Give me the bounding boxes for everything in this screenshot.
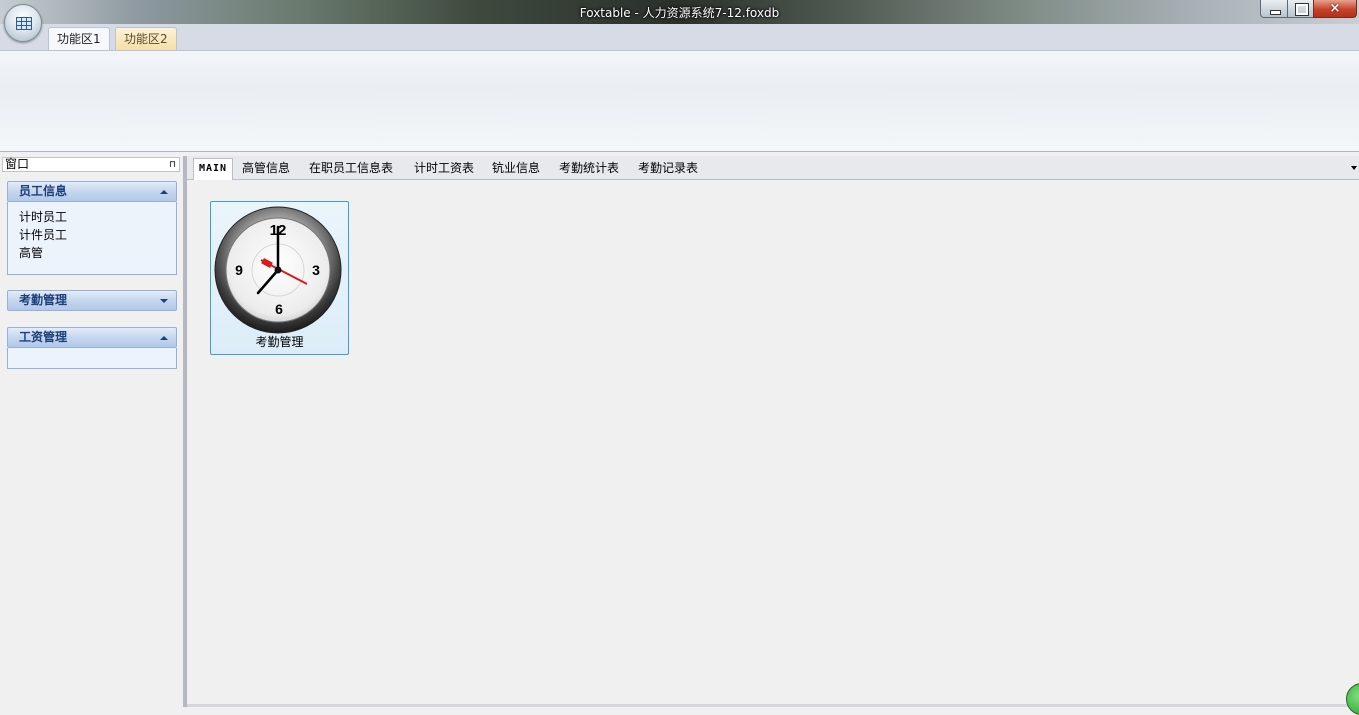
clock-icon: 12 3 6 9: [214, 206, 342, 334]
main-content: 12 3 6 9 考勤管理: [187, 180, 1359, 705]
ribbon-tab-1[interactable]: 功能区1: [48, 27, 110, 50]
chevron-up-icon: [160, 336, 168, 340]
chevron-up-icon: [160, 190, 168, 194]
tab-executive-info[interactable]: 高管信息: [242, 158, 290, 180]
navigation-panel: 窗口 ⊓ 员工信息 计时员工 计件员工 高管 考勤管理 工资管理: [0, 156, 184, 707]
group-header-attendance[interactable]: 考勤管理: [7, 290, 177, 311]
tab-active-employees[interactable]: 在职员工信息表: [309, 158, 393, 180]
tab-attendance-stats[interactable]: 考勤统计表: [559, 158, 619, 180]
tab-main[interactable]: MAIN: [193, 158, 234, 180]
nav-item-piecework-employees[interactable]: 计件员工: [8, 226, 176, 244]
close-button[interactable]: ×: [1313, 0, 1357, 18]
group-header-payroll[interactable]: 工资管理: [7, 327, 177, 348]
clock-number: 9: [235, 262, 243, 278]
panel-header: 窗口 ⊓: [2, 157, 180, 172]
application-menu-button[interactable]: [4, 4, 42, 42]
tab-industry-info[interactable]: 钪业信息: [492, 158, 540, 180]
group-label: 考勤管理: [19, 293, 68, 307]
attendance-management-tile[interactable]: 12 3 6 9 考勤管理: [210, 201, 349, 355]
clock-number: 3: [312, 262, 320, 278]
table-grid-icon: [16, 17, 32, 30]
document-tab-strip: MAIN 高管信息 在职员工信息表 计时工资表 钪业信息 考勤统计表 考勤记录表: [187, 156, 1359, 180]
ribbon-panel: [0, 50, 1359, 152]
chevron-down-icon: [160, 299, 168, 303]
ribbon-tab-2[interactable]: 功能区2: [115, 27, 177, 50]
group-body-employee-info: 计时员工 计件员工 高管: [7, 202, 177, 275]
nav-item-hourly-employees[interactable]: 计时员工: [8, 208, 176, 226]
panel-title: 窗口: [5, 157, 30, 171]
tile-label: 考勤管理: [255, 335, 304, 349]
tab-hourly-wage[interactable]: 计时工资表: [414, 158, 474, 180]
pin-icon[interactable]: ⊓: [169, 159, 176, 172]
clock-number: 6: [275, 301, 283, 317]
title-bar: Foxtable - 人力资源系统7-12.foxdb ×: [0, 0, 1359, 24]
minimize-button[interactable]: [1260, 0, 1288, 18]
ribbon-tab-strip: 功能区1 功能区2: [0, 24, 1359, 50]
chevron-down-icon[interactable]: [1351, 166, 1357, 170]
group-body-payroll: [7, 348, 177, 369]
group-label: 员工信息: [19, 184, 68, 198]
close-icon: ×: [1329, 1, 1341, 16]
group-label: 工资管理: [19, 330, 68, 344]
group-header-employee-info[interactable]: 员工信息: [7, 181, 177, 202]
restore-button[interactable]: [1287, 0, 1314, 18]
nav-item-executives[interactable]: 高管: [8, 244, 176, 262]
window-title: Foxtable - 人力资源系统7-12.foxdb: [579, 6, 780, 20]
tab-attendance-records[interactable]: 考勤记录表: [638, 158, 698, 180]
